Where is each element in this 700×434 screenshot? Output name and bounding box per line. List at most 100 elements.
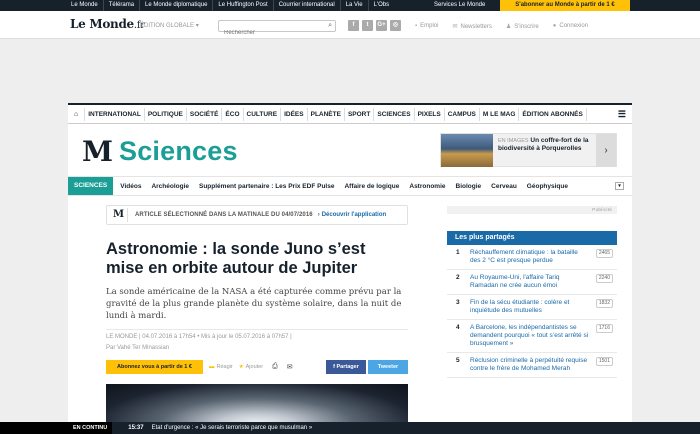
promo-card[interactable]: EN IMAGES Un coffre-fort de la biodivers… <box>440 133 617 167</box>
nav-item[interactable]: PIXELS <box>415 107 445 121</box>
partner-link[interactable]: Courrier international <box>274 0 341 11</box>
share-count: 2465 <box>595 249 613 258</box>
subnav-active[interactable]: SCIENCES <box>68 177 114 195</box>
partner-link[interactable]: Le Huffington Post <box>213 0 274 11</box>
shared-headline[interactable]: Fin de la sécu étudiante : colère et inq… <box>470 299 569 314</box>
section-header: M Sciences <box>82 135 238 168</box>
mail-icon: ✉ <box>452 24 458 30</box>
facebook-icon[interactable]: f <box>348 20 359 31</box>
login-link[interactable]: ● Connexion <box>553 23 588 30</box>
subnav-item[interactable]: Supplément partenaire : Les Prix EDF Pul… <box>194 183 339 190</box>
user-icon: ● <box>552 23 557 29</box>
nav-item[interactable]: ÉCO <box>222 107 244 121</box>
subscribe-top-button[interactable]: S'abonner au Monde à partir de 1 € <box>500 0 630 11</box>
promo-label: EN IMAGES <box>498 138 529 144</box>
edition-label: ÉDITION GLOBALE <box>140 23 195 29</box>
list-item[interactable]: 1 Réchauffement climatique : la bataille … <box>447 245 617 270</box>
nav-item[interactable]: ÉDITION ABONNÉS <box>519 107 587 121</box>
google-plus-icon[interactable]: G+ <box>376 20 387 31</box>
nav-item[interactable]: POLITIQUE <box>145 107 187 121</box>
list-item[interactable]: 2 Au Royaume-Uni, l'affaire Tariq Ramadan… <box>447 270 617 295</box>
search-icon[interactable]: ⌕ <box>328 22 332 30</box>
search-box: ⌕ <box>218 20 336 38</box>
hamburger-menu-icon[interactable]: ☰ <box>618 109 626 120</box>
download-app-link[interactable]: › Découvrir l'application <box>318 212 386 218</box>
list-item[interactable]: 5 Réclusion criminelle à perpétuité requi… <box>447 353 617 378</box>
chevron-down-icon: ▾ <box>195 23 199 29</box>
comment-icon: ▬ <box>209 364 215 370</box>
promo-text: EN IMAGES Un coffre-fort de la biodivers… <box>498 137 594 153</box>
instagram-icon[interactable]: ◎ <box>390 20 401 31</box>
partner-link[interactable]: La Vie <box>341 0 369 11</box>
rank-number: 3 <box>456 299 460 306</box>
print-icon[interactable]: ⎙ <box>272 363 278 371</box>
ad-label: Publicité <box>447 206 617 214</box>
shared-headline[interactable]: Au Royaume-Uni, l'affaire Tariq Ramadan … <box>470 274 560 289</box>
nav-item[interactable]: INTERNATIONAL <box>85 107 145 121</box>
subscribe-article-button[interactable]: Abonnez vous à partir de 1 € <box>106 360 203 374</box>
share-count: 2240 <box>595 274 613 283</box>
twitter-share-button[interactable]: Tweeter <box>368 360 408 374</box>
briefcase-icon: ▪ <box>415 23 418 29</box>
nav-item[interactable]: CAMPUS <box>445 107 480 121</box>
nav-item[interactable]: SPORT <box>345 107 375 121</box>
article-source[interactable]: LE MONDE <box>106 334 137 340</box>
nav-item[interactable]: M LE MAG <box>480 107 520 121</box>
live-ticker: EN CONTINU 15:37 Etat d'urgence : « Je s… <box>0 422 700 434</box>
chevron-right-icon[interactable]: › <box>596 134 616 167</box>
list-item[interactable]: 3 Fin de la sécu étudiante : colère et in… <box>447 295 617 320</box>
site-header: Le Monde.fr ÉDITION GLOBALE ▾ ⌕ f t G+ ◎… <box>0 11 700 39</box>
shared-headline[interactable]: A Barcelone, les indépendantistes se dem… <box>470 324 588 347</box>
article-dates: | 04.07.2016 à 17h54 • Mis à jour le 05.… <box>137 334 292 340</box>
ticker-message[interactable]: Etat d'urgence : « Je serais terroriste … <box>152 425 313 431</box>
partner-link[interactable]: Le Monde <box>66 0 104 11</box>
share-count: 1716 <box>595 324 613 333</box>
nav-item[interactable]: SOCIÉTÉ <box>187 107 223 121</box>
subnav-item[interactable]: Cerveau <box>486 183 522 190</box>
rank-number: 4 <box>456 324 460 331</box>
subnav-more-icon[interactable]: ▾ <box>615 182 624 190</box>
shared-headline[interactable]: Réclusion criminelle à perpétuité requis… <box>470 357 587 372</box>
newsletters-link[interactable]: ✉ Newsletters <box>452 23 491 30</box>
edition-selector[interactable]: ÉDITION GLOBALE ▾ <box>140 22 199 29</box>
partner-link[interactable]: Télérama <box>104 0 141 11</box>
nav-item[interactable]: PLANÈTE <box>308 107 345 121</box>
section-title[interactable]: Sciences <box>119 136 238 167</box>
article-title: Astronomie : la sonde Juno s’est mise en… <box>106 240 366 277</box>
most-shared-title: Les plus partagés <box>447 231 617 245</box>
section-logo[interactable]: M <box>82 135 113 168</box>
nav-item[interactable]: IDÉES <box>281 107 308 121</box>
site-logo[interactable]: Le Monde.fr <box>70 17 145 31</box>
rank-number: 5 <box>456 357 460 364</box>
add-button[interactable]: ★ Ajouter <box>239 364 263 370</box>
subnav-item[interactable]: Archéologie <box>146 183 194 190</box>
react-button[interactable]: ▬ Réagir <box>209 364 233 370</box>
list-item[interactable]: 4 A Barcelone, les indépendantistes se de… <box>447 320 617 353</box>
email-icon[interactable]: ✉ <box>287 363 293 371</box>
signup-link[interactable]: ♟ S'inscrire <box>506 23 539 30</box>
subnav-item[interactable]: Affaire de logique <box>339 183 404 190</box>
most-shared-box: Les plus partagés 1 Réchauffement climati… <box>447 231 617 378</box>
top-bar: Le Monde Télérama Le Monde diplomatique … <box>0 0 700 11</box>
matinale-badge: M ARTICLE SÉLECTIONNÉ DANS LA MATINALE D… <box>106 205 408 225</box>
nav-item[interactable]: SCIENCES <box>374 107 415 121</box>
home-icon[interactable]: ⌂ <box>68 107 86 121</box>
partner-link[interactable]: L'Obs <box>369 0 395 11</box>
subnav-item[interactable]: Vidéos <box>115 183 146 190</box>
article-author: Par Vahé Ter Minassian <box>106 345 170 351</box>
services-link[interactable]: Services Le Monde <box>434 0 485 11</box>
subnav-item[interactable]: Géophysique <box>522 183 573 190</box>
nav-item[interactable]: CULTURE <box>244 107 282 121</box>
logo-text: Le Monde <box>70 17 134 31</box>
search-input[interactable] <box>219 28 319 38</box>
subnav-item[interactable]: Astronomie <box>404 183 450 190</box>
partner-link[interactable]: Le Monde diplomatique <box>140 0 214 11</box>
article-meta: LE MONDE | 04.07.2016 à 17h54 • Mis à jo… <box>106 329 408 340</box>
twitter-icon[interactable]: t <box>362 20 373 31</box>
emploi-link[interactable]: ▪ Emploi <box>415 23 438 30</box>
signup-label: S'inscrire <box>514 24 539 30</box>
subnav-item[interactable]: Biologie <box>451 183 487 190</box>
facebook-share-button[interactable]: f Partager <box>326 360 366 374</box>
ticker-time: 15:37 <box>128 425 144 431</box>
shared-headline[interactable]: Réchauffement climatique : la bataille d… <box>470 249 578 264</box>
